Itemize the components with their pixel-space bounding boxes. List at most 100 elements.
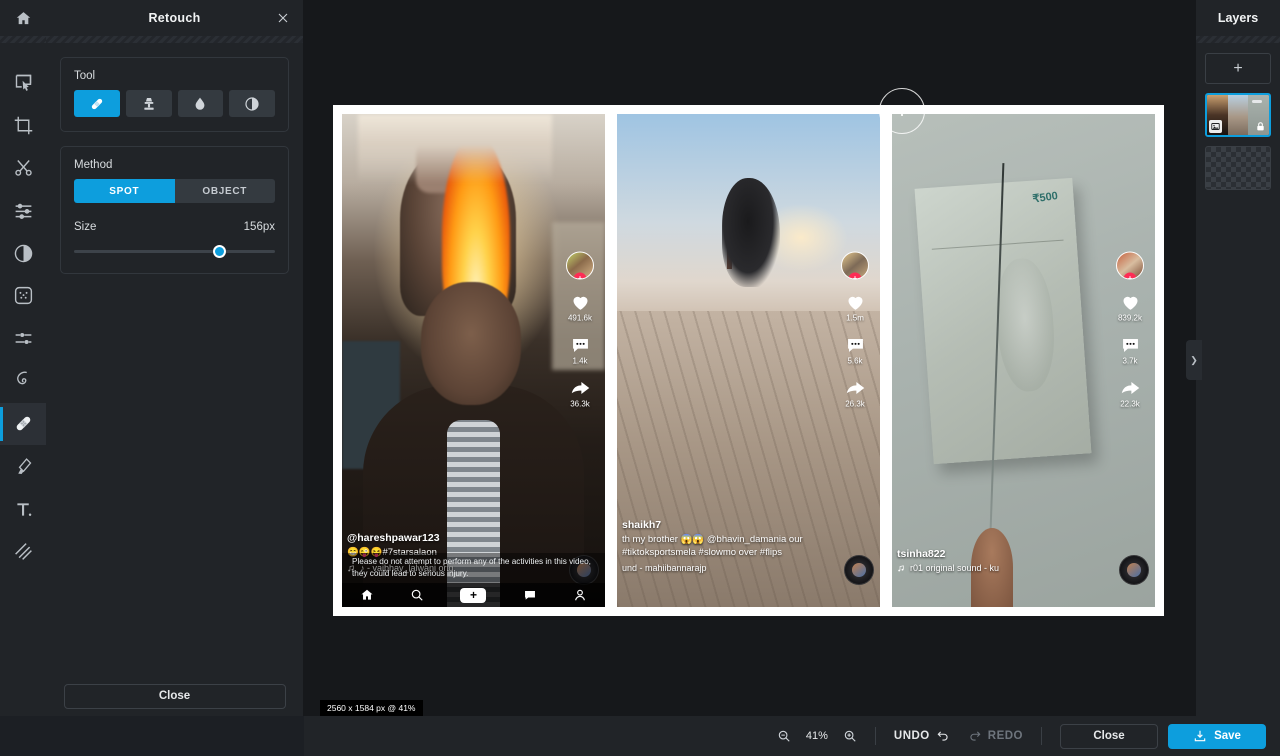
tool-option-clone-stamp[interactable] <box>125 90 172 117</box>
tiktok-navbar: + <box>342 583 605 607</box>
rail-item-effects[interactable] <box>0 274 46 317</box>
save-button[interactable]: Save <box>1168 723 1266 749</box>
rail-item-retouch[interactable] <box>0 402 46 446</box>
video-username[interactable]: @hareshpawar123 <box>347 532 559 544</box>
panel-close-action-button[interactable]: Close <box>63 683 286 709</box>
rail-item-adjust[interactable] <box>0 189 46 232</box>
video-username[interactable]: shaikh7 <box>622 519 834 531</box>
video-music-row[interactable]: und - mahiibannarajp <box>622 563 834 573</box>
rail-item-text[interactable] <box>0 488 46 531</box>
rail-item-paint[interactable] <box>0 445 46 488</box>
home-button[interactable] <box>0 0 46 36</box>
create-button[interactable]: + <box>457 587 489 603</box>
tool-option-blur-drop[interactable] <box>177 90 224 117</box>
home-icon <box>16 11 30 24</box>
video-caption-3: tsinha822 r01 original sound - ku <box>897 548 1109 573</box>
like-action-1[interactable]: 491.6k <box>559 291 601 322</box>
video-panel-3: ₹500 + 839.2k 3.7k 22.3k tsinha822 r01 o… <box>892 114 1155 607</box>
spiral-icon <box>16 371 27 384</box>
follow-plus-badge[interactable]: + <box>573 272 587 279</box>
video-music-row[interactable]: r01 original sound - ku <box>897 563 1109 573</box>
rail-item-crop[interactable] <box>0 104 46 147</box>
method-option-spot[interactable]: SPOT <box>74 179 175 203</box>
effects-grid-icon <box>14 287 32 305</box>
rail-item-select[interactable] <box>0 61 46 104</box>
droplet-icon <box>195 97 205 110</box>
redo-label: REDO <box>987 730 1023 742</box>
image-canvas[interactable]: + 491.6k 1.4k 36.3k @hareshpawar123 😁😜😝#… <box>333 105 1164 616</box>
nodes-icon <box>15 332 31 344</box>
share-action-3[interactable]: 22.3k <box>1109 377 1151 408</box>
zoom-controls: 41% <box>777 729 857 743</box>
tool-option-bandage[interactable] <box>74 90 120 117</box>
undo-arrow-icon <box>937 731 948 741</box>
zoom-out-button[interactable] <box>777 729 791 743</box>
comment-count: 1.4k <box>572 356 588 366</box>
zoom-in-button[interactable] <box>843 729 857 743</box>
canvas-stage[interactable]: + 491.6k 1.4k 36.3k @hareshpawar123 😁😜😝#… <box>304 0 1280 716</box>
layer-item-empty[interactable] <box>1205 146 1271 190</box>
retouch-panel: Retouch Tool Method SPOT OBJECT Size 156… <box>46 0 304 716</box>
rail-item-cut[interactable] <box>0 146 46 189</box>
music-note-icon <box>898 564 904 571</box>
tiktok-action-rail-1: + 491.6k 1.4k 36.3k <box>559 251 601 420</box>
video-panel-1: + 491.6k 1.4k 36.3k @hareshpawar123 😁😜😝#… <box>342 114 605 607</box>
like-action-2[interactable]: 1.5m <box>834 291 876 322</box>
bottom-toolbar: 41% UNDO REDO Close Save <box>304 716 1280 756</box>
share-count: 26.3k <box>845 399 865 409</box>
follow-avatar-3[interactable]: + <box>1109 251 1151 280</box>
like-count: 1.5m <box>846 313 864 323</box>
layers-title: Layers <box>1217 11 1259 25</box>
message-icon[interactable] <box>523 588 537 602</box>
avatar: + <box>1116 251 1144 280</box>
size-slider[interactable] <box>74 245 275 259</box>
video-caption-2: shaikh7 th my brother 😱😱 @bhavin_damania… <box>622 519 834 573</box>
share-count: 36.3k <box>570 399 590 409</box>
comment-icon <box>847 338 863 352</box>
panel-close-button[interactable] <box>273 8 293 28</box>
follow-avatar-2[interactable]: + <box>834 251 876 280</box>
like-action-3[interactable]: 839.2k <box>1109 291 1151 322</box>
search-icon[interactable] <box>410 588 424 602</box>
rail-item-curves[interactable] <box>0 317 46 360</box>
layers-panel: Layers + <box>1196 0 1280 716</box>
comment-action-2[interactable]: 5.6k <box>834 334 876 365</box>
share-action-1[interactable]: 36.3k <box>559 377 601 408</box>
video-panel-2: + 1.5m 5.6k 26.3k shaikh7 th my brother … <box>617 114 880 607</box>
retouch-smudge-region <box>357 114 553 184</box>
comment-action-3[interactable]: 3.7k <box>1109 334 1151 365</box>
method-options: SPOT OBJECT <box>74 179 275 203</box>
brush-icon <box>17 458 31 474</box>
slider-thumb[interactable] <box>212 245 226 258</box>
follow-plus-badge[interactable]: + <box>848 272 862 279</box>
layers-list: + <box>1196 43 1280 209</box>
scene-client-face <box>420 281 521 405</box>
page-title: Retouch <box>148 11 201 25</box>
person-icon[interactable] <box>573 588 587 602</box>
layer-item-image[interactable] <box>1205 93 1271 137</box>
close-button[interactable]: Close <box>1060 723 1158 749</box>
rail-item-liquify[interactable] <box>0 360 46 403</box>
method-label: Method <box>74 159 113 171</box>
music-disc-2[interactable] <box>844 555 874 585</box>
layer-type-image-icon <box>1209 120 1222 133</box>
comment-action-1[interactable]: 1.4k <box>559 334 601 365</box>
home-icon[interactable] <box>360 588 374 602</box>
method-option-object[interactable]: OBJECT <box>174 179 275 203</box>
music-disc-3[interactable] <box>1119 555 1149 585</box>
video-username[interactable]: tsinha822 <box>897 548 1109 560</box>
layer-lock-icon-wrap[interactable] <box>1254 120 1266 132</box>
scene-banknote: ₹500 <box>914 177 1091 465</box>
share-action-2[interactable]: 26.3k <box>834 377 876 408</box>
redo-button[interactable]: REDO <box>968 729 1023 743</box>
tool-option-dodge-burn[interactable] <box>229 90 275 117</box>
layers-collapse-handle[interactable]: ❯ <box>1186 340 1202 380</box>
add-layer-button[interactable]: + <box>1205 53 1271 84</box>
rail-item-texture[interactable] <box>0 531 46 574</box>
follow-avatar-1[interactable]: + <box>559 251 601 280</box>
bandage-icon <box>91 98 103 109</box>
undo-button[interactable]: UNDO <box>894 729 950 743</box>
rail-item-contrast[interactable] <box>0 232 46 275</box>
panel-header: Retouch <box>46 0 303 36</box>
follow-plus-badge[interactable]: + <box>1123 272 1137 279</box>
